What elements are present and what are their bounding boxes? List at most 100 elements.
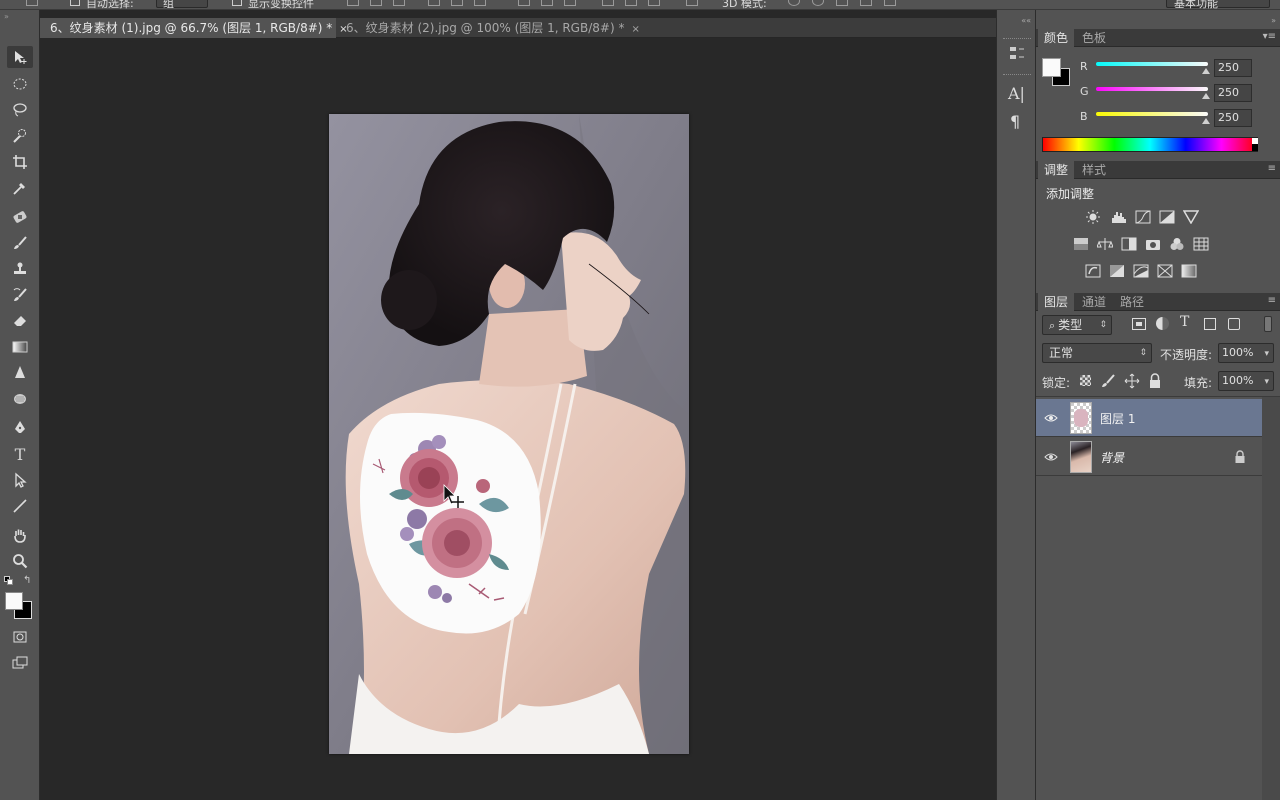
lock-position-icon[interactable] (1124, 373, 1140, 389)
crop-tool-icon[interactable] (7, 151, 33, 173)
move-tool-preset-icon[interactable] (26, 0, 38, 6)
distribute-right-icon[interactable] (648, 0, 660, 6)
blend-mode-dropdown[interactable]: 正常 ⇕ (1042, 343, 1152, 363)
auto-select-checkbox[interactable] (70, 0, 80, 6)
screen-mode-icon[interactable] (7, 652, 33, 674)
exposure-icon[interactable] (1158, 209, 1175, 224)
tab-layers[interactable]: 图层 (1038, 293, 1075, 311)
tab-close-icon[interactable]: × (631, 24, 639, 35)
brush-tool-icon[interactable] (7, 232, 33, 254)
layer-lock-icon[interactable] (1234, 450, 1246, 464)
color-lookup-icon[interactable] (1192, 236, 1209, 251)
clone-stamp-tool-icon[interactable] (7, 258, 33, 280)
foreground-color-swatch[interactable] (5, 592, 23, 610)
3d-rotate-icon[interactable] (788, 0, 800, 6)
quick-select-tool-icon[interactable] (7, 125, 33, 147)
curves-icon[interactable] (1134, 209, 1151, 224)
distribute-left-icon[interactable] (602, 0, 614, 6)
opacity-input[interactable]: 100% ▾ (1218, 343, 1274, 363)
threshold-icon[interactable] (1132, 263, 1149, 278)
layer-thumbnail[interactable] (1070, 441, 1092, 473)
path-selection-tool-icon[interactable] (7, 469, 33, 491)
r-slider-thumb[interactable] (1202, 68, 1210, 74)
tab-adjustments[interactable]: 调整 (1038, 161, 1075, 179)
hand-tool-icon[interactable] (7, 524, 33, 546)
levels-icon[interactable] (1110, 209, 1127, 224)
panel-menu-icon[interactable]: ≡ (1268, 163, 1276, 174)
tab-styles[interactable]: 样式 (1076, 161, 1112, 179)
eyedropper-tool-icon[interactable] (7, 177, 33, 199)
tab-swatches[interactable]: 色板 (1076, 29, 1112, 47)
3d-scale-icon[interactable] (884, 0, 896, 6)
line-tool-icon[interactable] (7, 495, 33, 517)
filter-toggle-switch[interactable] (1264, 316, 1272, 332)
move-tool-icon[interactable] (7, 46, 33, 68)
fill-input[interactable]: 100% ▾ (1218, 371, 1274, 391)
align-hcenter-icon[interactable] (451, 0, 463, 6)
channel-mixer-icon[interactable] (1168, 236, 1185, 251)
align-left-icon[interactable] (428, 0, 440, 6)
b-slider[interactable] (1096, 112, 1208, 116)
dropdown-arrow-icon[interactable]: ▾ (1264, 373, 1269, 391)
gradient-map-icon[interactable] (1180, 263, 1197, 278)
auto-align-icon[interactable] (686, 0, 698, 6)
3d-roll-icon[interactable] (812, 0, 824, 6)
fg-color-swatch[interactable] (1042, 58, 1061, 77)
invert-icon[interactable] (1084, 263, 1101, 278)
tab-channels[interactable]: 通道 (1076, 293, 1112, 311)
expand-panels-icon[interactable]: » (1271, 16, 1276, 25)
gradient-tool-icon[interactable] (7, 336, 33, 358)
tab-document-2[interactable]: 6、纹身素材 (2).jpg @ 100% (图层 1, RGB/8#) * × (336, 18, 650, 38)
spectrum-black-swatch[interactable] (1252, 144, 1258, 151)
b-value-input[interactable]: 250 (1214, 109, 1252, 127)
3d-slide-icon[interactable] (860, 0, 872, 6)
r-value-input[interactable]: 250 (1214, 59, 1252, 77)
history-brush-tool-icon[interactable] (7, 284, 33, 306)
history-panel-icon[interactable] (1008, 44, 1026, 62)
layer-filter-dropdown[interactable]: ⌕ 类型 ⇕ (1042, 315, 1112, 335)
g-slider-thumb[interactable] (1202, 93, 1210, 99)
distribute-top-icon[interactable] (518, 0, 530, 6)
distribute-vcenter-icon[interactable] (541, 0, 553, 6)
tab-document-1[interactable]: 6、纹身素材 (1).jpg @ 66.7% (图层 1, RGB/8#) * × (40, 18, 348, 38)
color-spectrum-ramp[interactable] (1042, 137, 1258, 152)
tab-paths[interactable]: 路径 (1114, 293, 1150, 311)
black-white-icon[interactable] (1120, 236, 1137, 251)
marquee-tool-icon[interactable] (7, 73, 33, 95)
align-vcenter-icon[interactable] (370, 0, 382, 6)
layer-row-background[interactable]: 背景 (1036, 438, 1262, 476)
color-balance-icon[interactable] (1096, 236, 1113, 251)
blur-tool-icon[interactable] (7, 362, 33, 384)
photo-filter-icon[interactable] (1144, 236, 1161, 251)
filter-adjustment-layers-icon[interactable] (1156, 317, 1169, 330)
dodge-tool-icon[interactable] (7, 388, 33, 410)
vibrance-icon[interactable] (1182, 209, 1199, 224)
selective-color-icon[interactable] (1156, 263, 1173, 278)
lasso-tool-icon[interactable] (7, 99, 33, 121)
show-transform-checkbox[interactable] (232, 0, 242, 6)
g-slider[interactable] (1096, 87, 1208, 91)
eraser-tool-icon[interactable] (7, 310, 33, 332)
3d-pan-icon[interactable] (836, 0, 848, 6)
layers-scrollbar[interactable] (1262, 397, 1280, 800)
filter-type-layers-icon[interactable]: T (1180, 314, 1189, 330)
filter-pixel-layers-icon[interactable] (1132, 318, 1146, 330)
lock-image-pixels-icon[interactable] (1100, 373, 1116, 389)
collapse-arrows-icon[interactable]: » (4, 12, 9, 21)
distribute-bottom-icon[interactable] (564, 0, 576, 6)
g-value-input[interactable]: 250 (1214, 84, 1252, 102)
paragraph-panel-icon[interactable]: ¶ (1010, 112, 1020, 131)
layer-name[interactable]: 图层 1 (1100, 410, 1135, 427)
layer-row-layer1[interactable]: 图层 1 (1036, 399, 1262, 437)
hue-saturation-icon[interactable] (1072, 236, 1089, 251)
swap-colors-icon[interactable]: ↰ (23, 575, 31, 586)
align-bottom-icon[interactable] (393, 0, 405, 6)
align-right-icon[interactable] (474, 0, 486, 6)
document-canvas[interactable] (329, 114, 689, 755)
b-slider-thumb[interactable] (1202, 118, 1210, 124)
visibility-eye-icon[interactable] (1044, 411, 1058, 425)
posterize-icon[interactable] (1108, 263, 1125, 278)
dropdown-arrow-icon[interactable]: ▾ (1264, 345, 1269, 363)
lock-all-icon[interactable] (1148, 373, 1162, 389)
panel-menu-icon[interactable]: ▾≡ (1263, 31, 1276, 42)
